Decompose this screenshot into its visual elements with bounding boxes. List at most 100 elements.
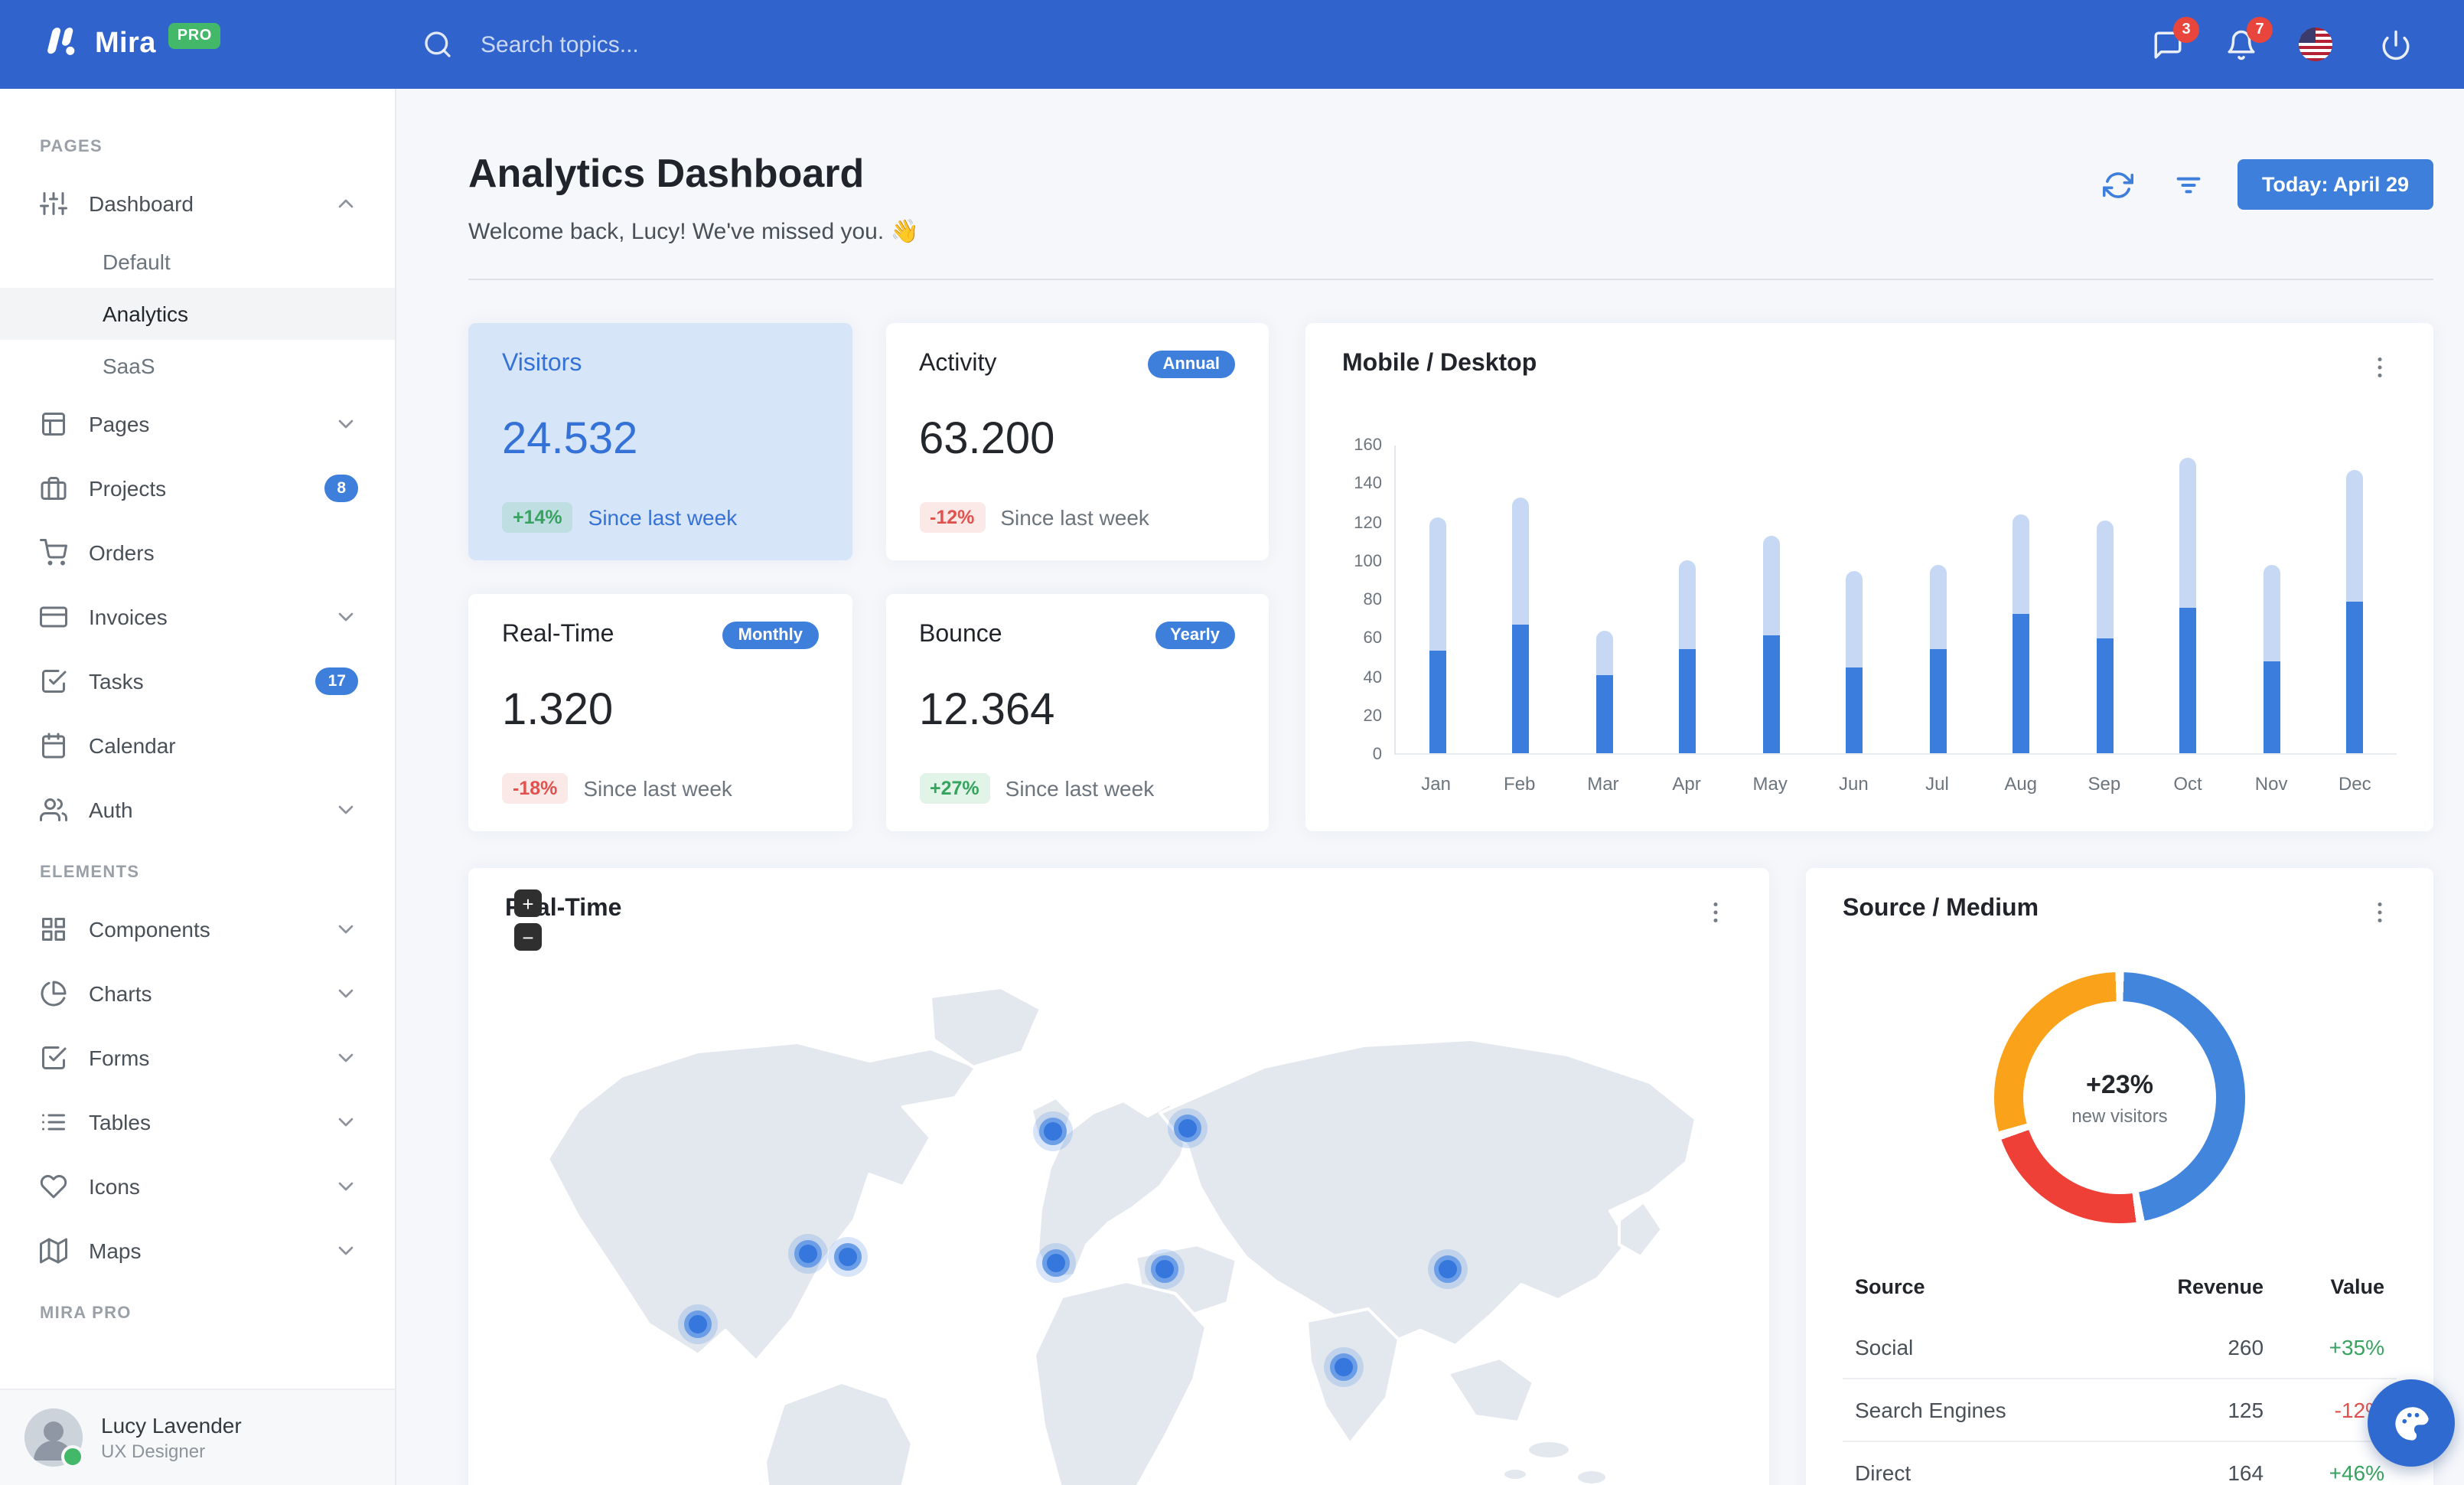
stat-caption: Since last week — [1005, 776, 1155, 801]
stat-card-bounce: Bounce Yearly 12.364 +27% Since last week — [885, 594, 1269, 831]
chevron-up-icon — [334, 191, 358, 216]
sidebar-subitem-default[interactable]: Default — [0, 236, 395, 288]
map-marker — [828, 1237, 868, 1277]
map-marker — [678, 1304, 718, 1344]
check-square-icon — [40, 667, 67, 695]
bar-chart-bars — [1396, 445, 2397, 755]
sidebar-item-tasks[interactable]: Tasks 17 — [0, 649, 395, 713]
sidebar-section-label-elements: ELEMENTS — [40, 863, 140, 882]
more-vertical-icon[interactable] — [2363, 351, 2397, 384]
bar-oct — [2179, 457, 2197, 755]
sidebar-item-tables[interactable]: Tables — [0, 1090, 395, 1154]
refresh-icon[interactable] — [2097, 163, 2140, 206]
power-icon[interactable] — [2374, 22, 2418, 67]
search-icon — [416, 23, 459, 66]
x-axis-line — [1396, 753, 2397, 755]
sidebar-item-maps[interactable]: Maps — [0, 1219, 395, 1283]
source-table-header-value: Value — [2330, 1275, 2384, 1298]
bar-dec — [2346, 470, 2364, 755]
map-zoom-in-button[interactable]: + — [514, 889, 542, 917]
table-row-search-engines: Search Engines 125 -12% — [1843, 1378, 2397, 1441]
chart-title: Mobile / Desktop — [1342, 351, 1537, 377]
sliders-icon — [40, 190, 67, 217]
bar-jul — [1929, 565, 1947, 755]
sidebar-user[interactable]: Lucy Lavender UX Designer — [0, 1389, 395, 1485]
x-tick-dec: Dec — [2338, 773, 2371, 795]
donut-center-value: +23% — [2086, 1069, 2153, 1098]
chevron-down-icon — [334, 798, 358, 822]
calendar-icon — [40, 732, 67, 759]
brand[interactable]: Mira PRO — [0, 21, 395, 68]
messages-count-badge: 3 — [2173, 16, 2199, 42]
list-icon — [40, 1108, 67, 1136]
sidebar-item-orders[interactable]: Orders — [0, 521, 395, 585]
more-vertical-icon[interactable] — [1699, 896, 1732, 929]
avatar — [24, 1408, 84, 1468]
users-icon — [40, 796, 67, 824]
notifications-button[interactable]: 7 — [2225, 16, 2273, 60]
search-input[interactable] — [477, 30, 882, 59]
x-tick-jan: Jan — [1421, 773, 1451, 795]
realtime-map-card: Real-Time + − — [468, 868, 1769, 1485]
x-tick-feb: Feb — [1504, 773, 1536, 795]
stat-value: 1.320 — [502, 686, 614, 735]
map-icon — [40, 1237, 67, 1265]
credit-card-icon — [40, 603, 67, 631]
sidebar-badge: 8 — [324, 475, 358, 502]
stat-caption: Since last week — [583, 776, 732, 801]
stat-value: 63.200 — [919, 415, 1055, 464]
bar-nov — [2263, 565, 2280, 755]
world-map[interactable] — [468, 957, 1769, 1485]
brand-name: Mira — [95, 28, 156, 60]
x-tick-jul: Jul — [1925, 773, 1949, 795]
sidebar-item-forms[interactable]: Forms — [0, 1026, 395, 1090]
bar-chart-plot — [1394, 445, 2397, 755]
source-table-header-revenue: Revenue — [2177, 1275, 2264, 1298]
stat-card-real-time: Real-Time Monthly 1.320 -18% Since last week — [468, 594, 852, 831]
donut-center-caption: new visitors — [2071, 1105, 2168, 1126]
user-name: Lucy Lavender — [101, 1413, 242, 1438]
source-card-title: Source / Medium — [1843, 896, 2039, 922]
map-marker — [1145, 1249, 1185, 1289]
shopping-cart-icon — [40, 539, 67, 566]
navbar-actions: 3 7 — [2152, 16, 2464, 67]
sidebar-item-projects[interactable]: Projects 8 — [0, 456, 395, 521]
sidebar-subitem-saas[interactable]: SaaS — [0, 340, 395, 392]
sidebar-subitem-analytics[interactable]: Analytics — [0, 288, 395, 340]
sidebar-item-pages[interactable]: Pages — [0, 392, 395, 456]
brand-pro-badge: PRO — [168, 22, 221, 48]
filter-icon[interactable] — [2167, 163, 2210, 206]
x-tick-aug: Aug — [2004, 773, 2038, 795]
stat-value: 12.364 — [919, 686, 1055, 735]
heart-icon — [40, 1173, 67, 1200]
sidebar-item-dashboard[interactable]: Dashboard — [0, 171, 395, 236]
sidebar-item-components[interactable]: Components — [0, 897, 395, 961]
source-table: Source Revenue Value Social 260 +35% Search E… — [1843, 1260, 2397, 1485]
x-tick-nov: Nov — [2254, 773, 2288, 795]
sidebar-item-calendar[interactable]: Calendar — [0, 713, 395, 778]
sidebar-item-invoices[interactable]: Invoices — [0, 585, 395, 649]
chevron-down-icon — [334, 917, 358, 942]
stat-title: Bounce — [919, 622, 1002, 648]
x-tick-mar: Mar — [1587, 773, 1619, 795]
language-flag-us[interactable] — [2299, 28, 2332, 61]
sidebar: PAGES Dashboard Default Analytics SaaS Pages P… — [0, 89, 396, 1485]
sidebar-item-charts[interactable]: Charts — [0, 961, 395, 1026]
bar-may — [1762, 536, 1780, 755]
stat-caption: Since last week — [1000, 505, 1149, 530]
chevron-down-icon — [334, 1046, 358, 1070]
stat-delta-badge: -18% — [502, 773, 569, 804]
date-button[interactable]: Today: April 29 — [2237, 159, 2433, 210]
map-zoom-out-button[interactable]: − — [514, 923, 542, 951]
sidebar-item-icons[interactable]: Icons — [0, 1154, 395, 1219]
bar-jun — [1846, 571, 1863, 755]
sidebar-item-auth[interactable]: Auth — [0, 778, 395, 842]
pie-chart-icon — [40, 980, 67, 1007]
messages-button[interactable]: 3 — [2152, 16, 2199, 60]
more-vertical-icon[interactable] — [2363, 896, 2397, 929]
sidebar-section-label-mira-pro: MIRA PRO — [40, 1304, 132, 1323]
theme-settings-fab[interactable] — [2368, 1379, 2455, 1467]
bar-sep — [2096, 521, 2114, 755]
sidebar-nav: PAGES Dashboard Default Analytics SaaS Pages P… — [0, 89, 395, 1389]
x-tick-apr: Apr — [1672, 773, 1701, 795]
